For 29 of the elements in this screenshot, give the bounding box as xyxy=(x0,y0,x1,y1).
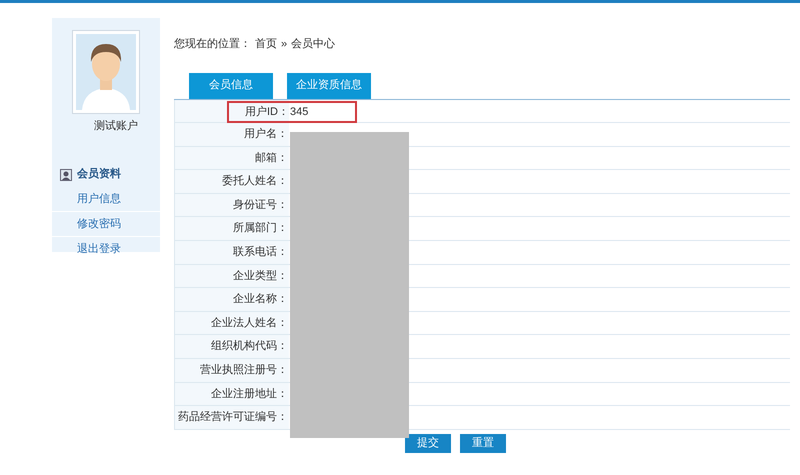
field-value: 345 xyxy=(289,104,308,120)
account-name: 测试账户 xyxy=(94,118,138,134)
user-card-icon xyxy=(60,168,72,180)
field-label: 药品经营许可证编号： xyxy=(177,410,289,426)
section-title: 会员资料 xyxy=(77,166,121,182)
field-label: 所属部门： xyxy=(232,220,289,236)
form-button[interactable]: 提交 xyxy=(405,434,451,453)
field-label: 企业法人姓名： xyxy=(210,316,289,331)
sidebar-link[interactable]: 退出登录 xyxy=(52,236,160,262)
field-label: 营业执照注册号： xyxy=(199,362,289,378)
field-label: 委托人姓名： xyxy=(221,174,289,190)
field-label: 用户名： xyxy=(243,126,289,142)
sidebar-link[interactable]: 用户信息 xyxy=(52,186,160,212)
tab[interactable]: 会员信息 xyxy=(189,72,273,98)
field-label: 企业名称： xyxy=(232,292,289,308)
breadcrumb-link[interactable]: 首页 xyxy=(255,36,277,52)
field-label: 企业注册地址： xyxy=(210,386,289,402)
field-label: 企业类型： xyxy=(232,268,289,284)
breadcrumb-separator: » xyxy=(281,37,288,52)
sidebar-link[interactable]: 修改密码 xyxy=(52,212,160,236)
tab[interactable]: 企业资质信息 xyxy=(287,72,371,98)
form-button[interactable]: 重置 xyxy=(460,434,506,453)
breadcrumb-link[interactable]: 会员中心 xyxy=(291,36,336,52)
breadcrumb-label: 您现在的位置： xyxy=(174,37,251,52)
field-label: 用户ID： xyxy=(244,104,289,120)
field-label: 联系电话： xyxy=(232,244,289,260)
field-label: 组织机构代码： xyxy=(210,339,289,354)
field-label: 邮箱： xyxy=(254,150,289,166)
field-label: 身份证号： xyxy=(232,198,289,213)
